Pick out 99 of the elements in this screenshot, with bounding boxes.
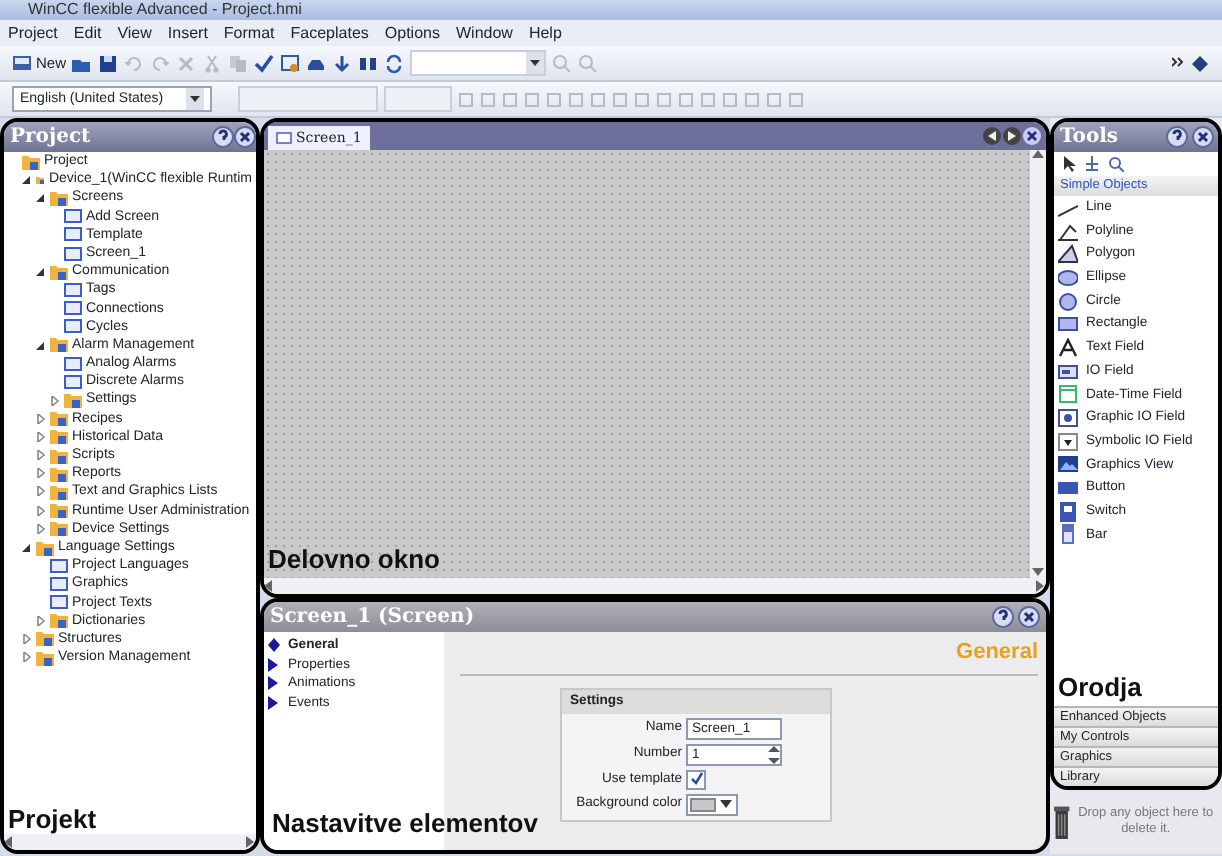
help-icon[interactable] xyxy=(992,606,1014,628)
close-icon[interactable] xyxy=(1018,606,1040,628)
screen-icon[interactable] xyxy=(280,53,301,73)
collapsed-icon[interactable] xyxy=(36,523,46,534)
spin-icon xyxy=(768,745,780,764)
panel-annotation: Orodja xyxy=(1058,672,1142,702)
expanded-icon[interactable] xyxy=(36,266,46,277)
circle-icon xyxy=(1058,291,1078,312)
menu-item[interactable]: Format xyxy=(215,20,283,46)
menu-item[interactable]: Options xyxy=(376,20,448,46)
button-icon xyxy=(1058,478,1078,499)
right-arrow-icon xyxy=(1036,580,1046,592)
close-icon[interactable] xyxy=(1022,126,1042,146)
folder-icon xyxy=(50,189,68,206)
field-icon xyxy=(1058,361,1078,382)
check-icon[interactable] xyxy=(254,53,275,73)
collapsed-icon[interactable] xyxy=(50,395,60,406)
section-heading: General xyxy=(460,636,1038,675)
dropdown-icon xyxy=(526,52,545,74)
expanded-icon[interactable] xyxy=(36,192,46,203)
folder-icon xyxy=(50,336,68,353)
folder-icon xyxy=(64,392,82,409)
folder-icon xyxy=(50,263,68,280)
panel-annotation: Projekt xyxy=(6,804,99,834)
folder-icon xyxy=(50,465,68,482)
checkbox[interactable] xyxy=(686,769,706,790)
left-arrow-icon xyxy=(264,580,274,592)
folder-icon xyxy=(50,447,68,464)
diamond-icon xyxy=(268,638,280,653)
horizontal-scrollbar[interactable] xyxy=(4,834,256,850)
folder-icon xyxy=(50,483,68,500)
panel-title: Project xyxy=(10,124,93,152)
collapsed-icon[interactable] xyxy=(36,505,46,516)
down-arrow-icon xyxy=(1032,568,1044,578)
folder-icon xyxy=(50,502,68,519)
window-title: WinCC flexible Advanced - Project.hmi xyxy=(0,0,1222,20)
expanded-icon[interactable] xyxy=(22,174,32,185)
menu-item[interactable]: View xyxy=(109,20,160,46)
expanded-icon[interactable] xyxy=(22,542,32,553)
screen-icon xyxy=(276,132,292,144)
polygon-icon xyxy=(1058,244,1078,265)
image-icon xyxy=(1058,454,1078,475)
bar-icon xyxy=(1058,524,1078,545)
rectangle-icon xyxy=(1058,314,1078,335)
polyline-icon xyxy=(1058,221,1078,242)
sync-icon[interactable] xyxy=(384,53,405,73)
vertical-scrollbar[interactable] xyxy=(1030,150,1046,578)
folder-icon xyxy=(36,539,54,556)
up-arrow-icon xyxy=(1032,150,1044,160)
color-picker[interactable] xyxy=(686,793,738,816)
previous-icon[interactable] xyxy=(982,126,1002,146)
next-icon[interactable] xyxy=(1002,126,1022,146)
document-icon xyxy=(12,54,32,72)
help-icon[interactable] xyxy=(1166,126,1188,148)
menu-item[interactable]: Project xyxy=(0,20,66,46)
calendar-icon xyxy=(1058,384,1078,405)
menu-item[interactable]: Edit xyxy=(65,20,110,46)
download-icon[interactable] xyxy=(332,53,353,73)
panel-title: Tools xyxy=(1060,124,1121,152)
help-icon[interactable] xyxy=(212,126,234,148)
zoom-icon[interactable] xyxy=(1108,156,1124,172)
left-arrow-icon xyxy=(4,836,14,848)
chevron-icon[interactable] xyxy=(1172,55,1184,71)
menu-item[interactable]: Window xyxy=(447,20,521,46)
menu-item[interactable]: Faceplates xyxy=(282,20,377,46)
right-arrow-icon xyxy=(246,836,256,848)
folder-icon xyxy=(50,612,68,629)
folder-icon xyxy=(36,630,54,647)
collapsed-icon[interactable] xyxy=(22,652,32,663)
menu-item[interactable]: Insert xyxy=(159,20,216,46)
collapsed-icon[interactable] xyxy=(36,431,46,442)
folder-icon xyxy=(36,649,54,666)
screen-canvas[interactable]: Delovno okno xyxy=(264,150,1030,578)
panel-annotation: Nastavitve elementov xyxy=(272,808,538,838)
expanded-icon[interactable] xyxy=(36,339,46,350)
folder-icon xyxy=(50,520,68,537)
menu-item[interactable]: Help xyxy=(520,20,570,46)
pointer-icon[interactable] xyxy=(1062,156,1076,172)
dropdown-icon xyxy=(186,88,204,110)
panel-title: Screen_1 (Screen) xyxy=(270,604,477,632)
close-icon[interactable] xyxy=(1192,126,1214,148)
graphic-field-icon xyxy=(1058,408,1078,429)
close-icon[interactable] xyxy=(234,126,256,148)
dropdown-icon xyxy=(720,799,732,810)
collapsed-icon[interactable] xyxy=(36,450,46,461)
folder-icon xyxy=(50,410,68,427)
panel-annotation: Delovno okno xyxy=(268,544,442,574)
collapsed-icon[interactable] xyxy=(22,633,32,644)
horizontal-scrollbar[interactable] xyxy=(264,578,1046,594)
save-icon[interactable] xyxy=(98,53,119,73)
collapsed-icon[interactable] xyxy=(36,615,46,626)
collapsed-icon[interactable] xyxy=(36,486,46,497)
folder-icon xyxy=(50,428,68,445)
dropdown-icon xyxy=(1058,431,1078,452)
combo-field[interactable] xyxy=(410,50,547,76)
text-icon xyxy=(1058,337,1078,358)
collapsed-icon[interactable] xyxy=(36,468,46,479)
collapsed-icon[interactable] xyxy=(36,413,46,424)
switch-icon xyxy=(1058,501,1078,522)
